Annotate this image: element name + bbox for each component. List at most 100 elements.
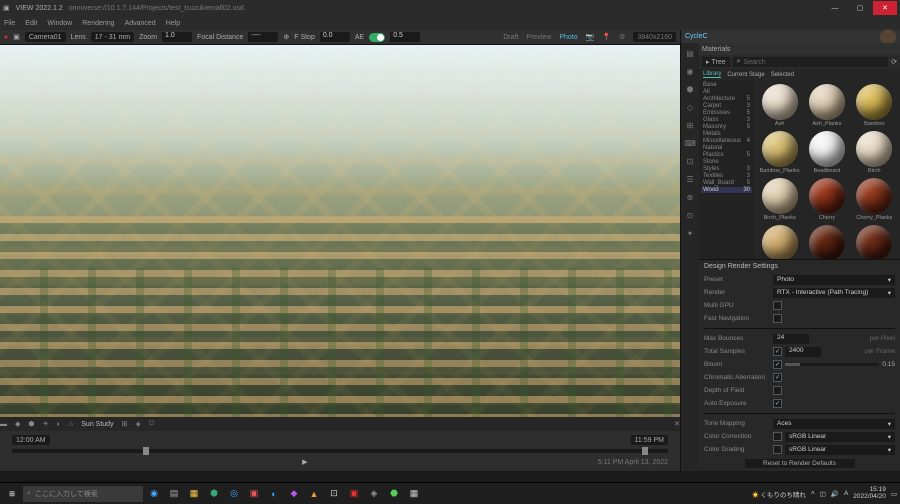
taskbar-app-icon[interactable]: ▦ xyxy=(185,485,203,503)
mode-preview[interactable]: Preview xyxy=(526,34,551,41)
taskbar-app-icon[interactable]: ◆ xyxy=(285,485,303,503)
ae-toggle[interactable] xyxy=(369,33,385,42)
taskbar-app-icon[interactable]: ▲ xyxy=(305,485,323,503)
focal-input[interactable]: ---- xyxy=(248,32,278,42)
weather-widget[interactable]: ☀ くもりのち晴れ xyxy=(752,489,806,499)
record-icon[interactable]: ● xyxy=(4,34,8,41)
refresh-icon[interactable]: ⟳ xyxy=(891,58,897,66)
timeline-track[interactable] xyxy=(12,449,668,453)
material-item[interactable]: Ash xyxy=(758,84,801,127)
tab-selected[interactable]: Selected xyxy=(771,72,794,78)
crosshair-icon[interactable]: ⊕ xyxy=(283,33,289,41)
tray-volume-icon[interactable]: 🔊 xyxy=(831,490,839,498)
nav-icon[interactable]: ⌨ xyxy=(684,137,696,149)
material-tree-item[interactable]: Natural xyxy=(701,145,752,151)
timeline-start-time[interactable]: 12:00 AM xyxy=(12,435,50,445)
menu-file[interactable]: File xyxy=(4,20,15,27)
tray-network-icon[interactable]: ◫ xyxy=(820,490,826,498)
taskbar-app-icon[interactable]: ▦ xyxy=(405,485,423,503)
nav-icon[interactable]: ⬢ xyxy=(684,83,696,95)
tool-icon[interactable]: ⎋ xyxy=(149,420,155,428)
nav-icon[interactable]: ☰ xyxy=(684,173,696,185)
taskbar-app-icon[interactable]: ⬣ xyxy=(385,485,403,503)
nav-icon[interactable]: ✦ xyxy=(684,227,696,239)
window-maximize-button[interactable]: ▢ xyxy=(848,1,872,15)
taskbar-app-icon[interactable]: ◉ xyxy=(145,485,163,503)
bloom-checkbox[interactable]: ✓ xyxy=(773,360,782,369)
tool-icon[interactable]: ⊞ xyxy=(122,420,128,428)
material-tree-item[interactable]: Plastics5 xyxy=(701,152,752,158)
nav-icon[interactable]: ⊙ xyxy=(684,209,696,221)
ae-value[interactable]: 0.5 xyxy=(390,32,420,42)
material-item[interactable]: Bamboo xyxy=(853,84,896,127)
tool-icon[interactable]: ◆ xyxy=(15,420,20,428)
notifications-icon[interactable]: ▭ xyxy=(891,490,897,498)
menu-window[interactable]: Window xyxy=(47,20,72,27)
taskbar-app-icon[interactable]: ◎ xyxy=(225,485,243,503)
account-label[interactable]: CycleC xyxy=(685,33,708,40)
material-tree-item[interactable]: Styles3 xyxy=(701,166,752,172)
fastnav-checkbox[interactable] xyxy=(773,314,782,323)
material-tree-item[interactable]: Emissives5 xyxy=(701,110,752,116)
taskbar-app-icon[interactable]: ◈ xyxy=(365,485,383,503)
nav-icon[interactable]: ▤ xyxy=(684,47,696,59)
camera-icon[interactable]: ▣ xyxy=(13,33,20,41)
mode-draft[interactable]: Draft xyxy=(503,34,518,41)
material-item[interactable]: Cherry xyxy=(805,178,848,221)
timeline-play-button[interactable]: ▶ xyxy=(300,457,310,467)
material-item[interactable]: Mahogany_Planks xyxy=(853,225,896,259)
preset-dropdown[interactable]: Photo▾ xyxy=(773,275,895,285)
pin-icon[interactable]: 📍 xyxy=(602,33,611,41)
material-tree-item[interactable]: Carpet3 xyxy=(701,103,752,109)
tray-ime-icon[interactable]: A xyxy=(844,490,848,497)
lens-value[interactable]: 17 - 31 mm xyxy=(91,32,134,42)
tab-library[interactable]: Library xyxy=(703,71,721,78)
maxbounces-input[interactable]: 24 xyxy=(773,334,809,344)
tool-icon[interactable]: ◈ xyxy=(135,420,140,428)
nav-icon[interactable]: ◉ xyxy=(684,65,696,77)
settings-icon[interactable]: ⚙ xyxy=(619,33,625,41)
taskbar-app-icon[interactable]: ▤ xyxy=(165,485,183,503)
material-tree-item[interactable]: All xyxy=(701,89,752,95)
reset-defaults-button[interactable]: Reset to Render Defaults xyxy=(745,459,855,468)
tool-icon[interactable]: ▬ xyxy=(0,421,7,428)
tree-toggle[interactable]: ▸ Tree xyxy=(702,57,730,67)
material-tree-item[interactable]: Metals xyxy=(701,131,752,137)
material-item[interactable]: Cherry_Planks xyxy=(853,178,896,221)
colorgrad-checkbox[interactable] xyxy=(773,445,782,454)
totalsamples-checkbox[interactable]: ✓ xyxy=(773,347,782,356)
taskbar-app-icon[interactable]: ▣ xyxy=(245,485,263,503)
taskbar-date[interactable]: 2022/04/20 xyxy=(853,494,886,501)
timeline-end-time[interactable]: 11:59 PM xyxy=(631,435,668,445)
colorcorr-dropdown[interactable]: sRGB Linear▾ xyxy=(785,432,895,442)
nav-icon[interactable]: ⊞ xyxy=(684,119,696,131)
tonemap-dropdown[interactable]: Aces▾ xyxy=(773,419,895,429)
nav-icon[interactable]: ◇ xyxy=(684,101,696,113)
camera-selector[interactable]: Camera01 xyxy=(25,32,66,42)
bloom-slider[interactable] xyxy=(785,363,879,366)
material-item[interactable]: Cork xyxy=(758,225,801,259)
nav-icon[interactable]: ⊗ xyxy=(684,191,696,203)
material-item[interactable]: Birch xyxy=(853,131,896,174)
material-item[interactable]: Mahogany xyxy=(805,225,848,259)
material-item[interactable]: Beadboard xyxy=(805,131,848,174)
menu-edit[interactable]: Edit xyxy=(25,20,37,27)
zoom-input[interactable]: 1.0 xyxy=(162,32,192,42)
material-tree-item[interactable]: Glass3 xyxy=(701,117,752,123)
material-tree-item[interactable]: Wall_Board5 xyxy=(701,180,752,186)
material-tree-item[interactable]: Miscellaneous4 xyxy=(701,138,752,144)
snapshot-icon[interactable]: 📷 xyxy=(586,33,595,41)
menu-help[interactable]: Help xyxy=(166,20,180,27)
taskbar-app-icon[interactable]: ⊡ xyxy=(325,485,343,503)
taskbar-search[interactable]: ⌕ ここに入力して検索 xyxy=(23,486,143,502)
tool-icon[interactable]: ◐ xyxy=(57,421,61,428)
multigpu-checkbox[interactable] xyxy=(773,301,782,310)
material-tree-item[interactable]: Wood30 xyxy=(701,187,752,193)
timeline-handle-left[interactable] xyxy=(143,447,149,455)
start-button[interactable]: ⊞ xyxy=(3,485,21,503)
autoexp-checkbox[interactable]: ✓ xyxy=(773,399,782,408)
nav-icon[interactable]: ⊡ xyxy=(684,155,696,167)
material-tree-item[interactable]: Textiles3 xyxy=(701,173,752,179)
tool-icon[interactable]: ☀ xyxy=(43,420,49,428)
window-close-button[interactable]: ✕ xyxy=(873,1,897,15)
